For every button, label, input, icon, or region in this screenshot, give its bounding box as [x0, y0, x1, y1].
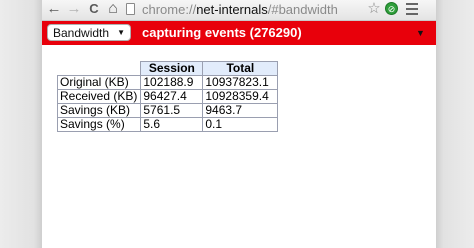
right-backdrop — [436, 0, 474, 248]
capture-status-bar: Bandwidth ▼ capturing events (276290) ▼ — [42, 21, 436, 45]
forward-button[interactable]: → — [64, 0, 84, 18]
table-row: Savings (KB) 5761.5 9463.7 — [56, 103, 279, 118]
url-host: net-internals — [196, 1, 268, 17]
row-label: Savings (KB) — [56, 103, 142, 118]
total-value: 10937823.1 — [202, 75, 279, 90]
hamburger-line — [406, 13, 418, 15]
left-backdrop — [0, 0, 42, 248]
back-arrow-icon: ← — [46, 0, 62, 17]
address-bar[interactable]: chrome://net-internals/#bandwidth — [126, 0, 362, 18]
home-button[interactable]: ⌂ — [103, 0, 123, 18]
browser-window: ← → C ⌂ chrome://net-internals/#bandwidt… — [42, 0, 436, 248]
star-icon: ☆ — [367, 0, 381, 17]
table-row: Original (KB) 102188.9 10937823.1 — [56, 75, 279, 90]
page-icon — [126, 3, 135, 15]
table-row: Received (KB) 96427.4 10928359.4 — [56, 89, 279, 104]
bookmark-star-button[interactable]: ☆ — [366, 0, 382, 18]
bandwidth-table: Session Total Original (KB) 102188.9 109… — [56, 61, 279, 132]
home-icon: ⌂ — [108, 0, 118, 17]
table-header-row: Session Total — [57, 61, 279, 76]
hamburger-line — [406, 8, 418, 10]
row-label: Received (KB) — [56, 89, 142, 104]
dropdown-arrow-icon: ▼ — [117, 28, 125, 37]
status-menu-arrow-icon[interactable]: ▼ — [416, 21, 425, 45]
row-label: Savings (%) — [56, 117, 142, 132]
table-corner-cell — [57, 61, 142, 76]
column-header-session: Session — [140, 61, 204, 76]
back-button[interactable]: ← — [44, 0, 64, 18]
session-value: 5761.5 — [140, 103, 204, 118]
reload-button[interactable]: C — [84, 0, 104, 18]
row-label: Original (KB) — [56, 75, 142, 90]
total-value: 10928359.4 — [202, 89, 279, 104]
extension-icon: ⊘ — [387, 4, 396, 14]
extension-button[interactable]: ⊘ — [385, 2, 398, 15]
column-header-total: Total — [202, 61, 279, 76]
forward-arrow-icon: → — [66, 0, 82, 17]
total-value: 0.1 — [202, 117, 279, 132]
view-select-value: Bandwidth — [53, 25, 110, 40]
total-value: 9463.7 — [202, 103, 279, 118]
browser-toolbar: ← → C ⌂ chrome://net-internals/#bandwidt… — [42, 0, 436, 21]
reload-icon: C — [89, 1, 99, 16]
capture-status-text: capturing events (276290) — [142, 25, 302, 40]
url-path: /#bandwidth — [267, 1, 338, 17]
url-scheme: chrome:// — [142, 1, 197, 17]
table-row: Savings (%) 5.6 0.1 — [56, 117, 279, 132]
hamburger-line — [406, 3, 418, 5]
session-value: 102188.9 — [140, 75, 204, 90]
session-value: 5.6 — [140, 117, 204, 132]
chrome-menu-button[interactable] — [406, 3, 418, 15]
view-select-dropdown[interactable]: Bandwidth ▼ — [47, 24, 131, 41]
session-value: 96427.4 — [140, 89, 204, 104]
